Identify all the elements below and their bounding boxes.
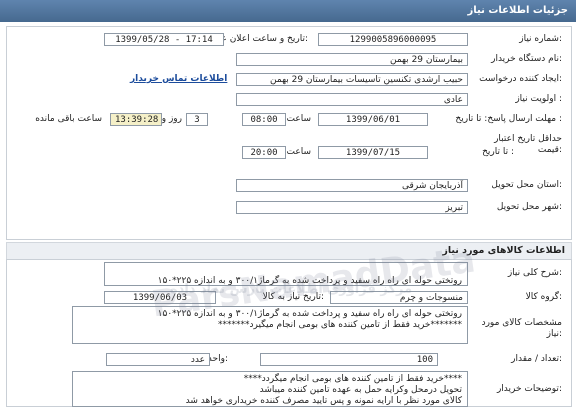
- validity-date-field[interactable]: 1399/07/15: [318, 146, 428, 159]
- validity-time-field[interactable]: 20:00: [242, 146, 286, 159]
- page-header: جزئیات اطلاعات نیاز: [0, 0, 576, 22]
- buyer-org-label: نام دستگاه خریدار:: [491, 54, 562, 64]
- goods-section-title: اطلاعات کالاهای مورد نیاز: [6, 242, 572, 260]
- city-field[interactable]: تبریز: [236, 201, 468, 214]
- reply-deadline-label: مهلت ارسال پاسخ: تا تاریخ :: [455, 114, 562, 124]
- days-label: روز و: [161, 114, 182, 124]
- time-remaining-label: ساعت باقی مانده: [35, 114, 102, 124]
- unit-field[interactable]: عدد: [106, 353, 210, 366]
- days-remaining-field[interactable]: 3: [186, 113, 208, 126]
- buyer-notes-label: توضیحات خریدار:: [496, 384, 562, 394]
- province-field[interactable]: آذربایجان شرقی: [236, 179, 468, 192]
- need-number-label: شماره نیاز:: [519, 34, 562, 44]
- goods-group-label: گروه کالا:: [525, 292, 562, 302]
- specs-field[interactable]: روتختی حوله ای راه راه سفید و پرداخت شده…: [72, 306, 468, 344]
- watermark-caption: مرکز فراوری اطلاعات پارس نماد داده: [170, 282, 413, 297]
- reply-time-label: ساعت: [286, 114, 312, 124]
- buyer-notes-field[interactable]: ****خرید فقط از تامین کننده های بومی انج…: [72, 371, 468, 407]
- priority-label: اولویت نیاز :: [515, 94, 562, 104]
- quantity-label: تعداد / مقدار:: [511, 354, 562, 364]
- creator-field[interactable]: حبیب ارشدی تکنسین تاسیسات بیمارستان 29 ب…: [236, 73, 468, 86]
- summary-label: شرح کلی نیاز:: [507, 268, 562, 278]
- buyer-org-field[interactable]: بیمارستان 29 بهمن: [236, 53, 468, 66]
- validity-time-label: ساعت: [286, 147, 312, 157]
- city-label: شهر محل تحویل:: [496, 202, 562, 212]
- page-title: جزئیات اطلاعات نیاز: [467, 5, 568, 16]
- province-label: استان محل تحویل:: [491, 180, 562, 190]
- priority-field[interactable]: عادی: [236, 93, 468, 106]
- specs-label: مشخصات کالای مورد نیاز:: [481, 318, 562, 339]
- validity-to-label: تا تاریخ :: [482, 147, 514, 157]
- creator-label: ایجاد کننده درخواست:: [479, 74, 562, 84]
- time-remaining-field[interactable]: 13:39:28: [110, 113, 162, 126]
- announce-field[interactable]: 1399/05/28 - 17:14: [104, 33, 224, 46]
- need-number-field[interactable]: 1299005896000095: [318, 33, 468, 46]
- buyer-contact-link[interactable]: اطلاعات تماس خریدار: [130, 74, 227, 84]
- reply-time-field[interactable]: 08:00: [242, 113, 286, 126]
- reply-date-field[interactable]: 1399/06/01: [318, 113, 428, 126]
- quantity-field[interactable]: 100: [260, 353, 438, 366]
